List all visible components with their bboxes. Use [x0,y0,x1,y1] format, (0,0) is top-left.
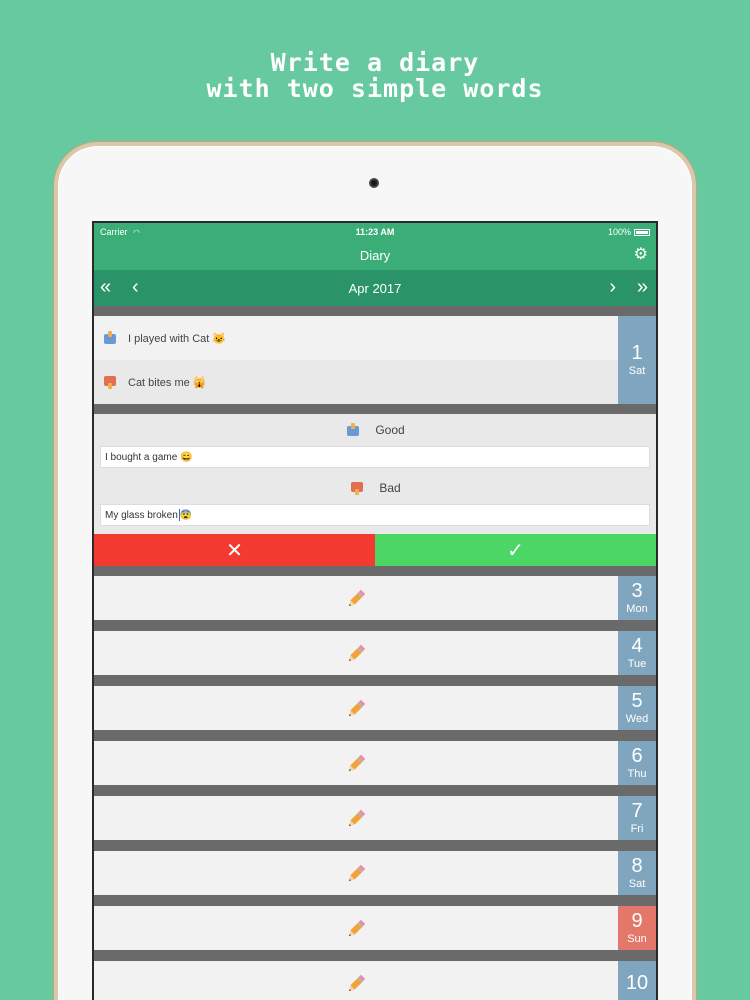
pencil-icon[interactable] [345,698,367,720]
day-weekday: Mon [626,603,648,615]
day-weekday: Fri [630,823,644,835]
app-screen: Carrier ◠ 11:23 AM 100% Diary ⚙ « ‹ Apr … [92,221,658,1000]
diary-day-row[interactable]: 4 Tue [94,631,656,675]
day-badge: 8 Sat [618,851,656,895]
diary-day-row[interactable]: 9 Sun [94,906,656,950]
nav-bar: Diary ⚙ [94,241,656,270]
nav-title: Diary [359,248,391,263]
good-header: Good [94,414,656,446]
thumbs-down-icon [349,480,365,496]
day-weekday: Sat [628,365,646,377]
day-number: 9 [631,910,643,932]
day-badge: 10 [618,961,656,1000]
day-weekday: Thu [627,768,647,780]
day-weekday: Sat [628,878,646,890]
month-label: Apr 2017 [348,280,402,296]
thumbs-up-icon [345,422,361,438]
good-input-value: I bought a game 😄 [105,451,193,463]
gear-icon[interactable]: ⚙ [634,247,648,263]
diary-day-row[interactable]: 10 [94,961,656,1000]
day-badge: 1 Sat [618,316,656,404]
day-number: 7 [631,800,643,822]
cancel-button[interactable]: ✕ [94,534,375,566]
bad-header: Bad [94,472,656,504]
thumbs-down-icon [102,374,118,390]
diary-entry-day-1[interactable]: I played with Cat 😺 Cat bites me 🙀 1 Sat [94,316,656,404]
promo-headline: Write a diary with two simple words [0,50,750,102]
day-number: 8 [631,855,643,877]
day-weekday: Wed [625,713,649,725]
chevron-right-icon[interactable]: › [609,276,616,298]
diary-day-row[interactable]: 7 Fri [94,796,656,840]
day-badge: 7 Fri [618,796,656,840]
good-input[interactable]: I bought a game 😄 [100,446,650,468]
pencil-icon[interactable] [345,808,367,830]
bad-input-emoji: 😨 [179,509,193,521]
diary-day-row[interactable]: 5 Wed [94,686,656,730]
pencil-icon[interactable] [345,863,367,885]
confirm-button[interactable]: ✓ [375,534,656,566]
battery-icon [634,228,650,236]
double-chevron-right-icon[interactable]: » [637,276,648,298]
bad-entry: Cat bites me 🙀 [94,360,618,404]
day-weekday: Sun [627,933,647,945]
pencil-icon[interactable] [345,753,367,775]
day-number: 10 [625,972,649,994]
bad-input[interactable]: My glass broken 😨 [100,504,650,526]
diary-day-row[interactable]: 8 Sat [94,851,656,895]
pencil-icon[interactable] [345,588,367,610]
headline-line-2: with two simple words [206,74,544,103]
day-number: 1 [631,342,643,364]
pencil-icon[interactable] [345,643,367,665]
good-entry-text: I played with Cat 😺 [128,332,227,345]
status-bar: Carrier ◠ 11:23 AM 100% [94,223,656,241]
day-badge: 3 Mon [618,576,656,620]
diary-day-row[interactable]: 3 Mon [94,576,656,620]
month-bar: « ‹ Apr 2017 › » [94,270,656,306]
day-number: 5 [631,690,643,712]
bad-entry-text: Cat bites me 🙀 [128,376,207,389]
day-weekday: Tue [627,658,647,670]
camera-icon [369,178,379,188]
good-entry: I played with Cat 😺 [94,316,618,360]
diary-day-row[interactable]: 6 Thu [94,741,656,785]
headline-line-1: Write a diary [270,48,480,77]
editor-actions: ✕ ✓ [94,534,656,566]
day-number: 4 [631,635,643,657]
day-badge: 6 Thu [618,741,656,785]
status-time: 11:23 AM [355,227,395,237]
day-badge: 9 Sun [618,906,656,950]
day-number: 3 [631,580,643,602]
day-number: 6 [631,745,643,767]
good-label: Good [375,423,405,437]
bad-label: Bad [379,481,401,495]
day-badge: 4 Tue [618,631,656,675]
pencil-icon[interactable] [345,973,367,995]
bad-input-value: My glass broken [105,509,178,521]
day-badge: 5 Wed [618,686,656,730]
thumbs-up-icon [102,330,118,346]
pencil-icon[interactable] [345,918,367,940]
